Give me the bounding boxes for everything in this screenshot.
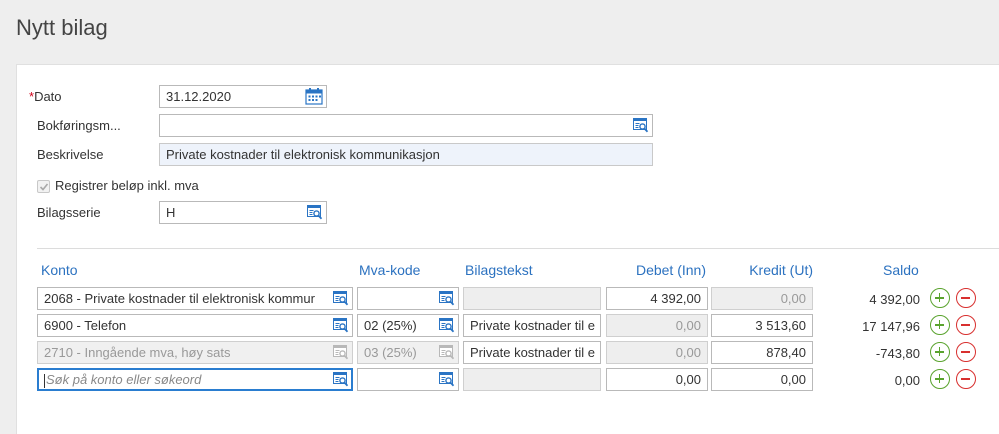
description-field[interactable]: Private kostnader til elektronisk kommun… bbox=[159, 143, 653, 166]
lookup-icon[interactable] bbox=[439, 318, 455, 333]
header-mva: Mva-kode bbox=[359, 262, 421, 278]
add-row-button[interactable] bbox=[930, 342, 950, 362]
lookup-icon[interactable] bbox=[307, 205, 323, 220]
account-field[interactable]: 6900 - Telefon bbox=[37, 314, 353, 337]
lookup-icon[interactable] bbox=[333, 372, 349, 387]
credit-field[interactable]: 0,00 bbox=[711, 287, 813, 310]
date-label: *Dato bbox=[29, 89, 62, 104]
incl-vat-label: Registrer beløp inkl. mva bbox=[55, 178, 199, 193]
series-field[interactable]: H bbox=[159, 201, 327, 224]
debit-field[interactable]: 4 392,00 bbox=[606, 287, 708, 310]
voucher-text-field[interactable]: Private kostnader til e bbox=[463, 314, 601, 337]
credit-field[interactable]: 3 513,60 bbox=[711, 314, 813, 337]
voucher-panel: *Dato 31.12.2020 Bokføringsm... Beskrive… bbox=[16, 64, 999, 434]
remove-row-button[interactable] bbox=[956, 315, 976, 335]
booking-label: Bokføringsm... bbox=[37, 118, 121, 133]
debit-field[interactable]: 0,00 bbox=[606, 314, 708, 337]
credit-field[interactable]: 878,40 bbox=[711, 341, 813, 364]
description-label: Beskrivelse bbox=[37, 147, 104, 162]
balance-value: -743,80 bbox=[875, 346, 920, 361]
account-field: 2710 - Inngående mva, høy sats bbox=[37, 341, 353, 364]
vat-code-field[interactable] bbox=[357, 368, 459, 391]
voucher-text-field[interactable]: Private kostnader til e bbox=[463, 341, 601, 364]
balance-value: 4 392,00 bbox=[869, 292, 920, 307]
credit-field[interactable]: 0,00 bbox=[711, 368, 813, 391]
balance-value: 17 147,96 bbox=[862, 319, 920, 334]
voucher-text-field[interactable] bbox=[463, 287, 601, 310]
add-row-button[interactable] bbox=[930, 288, 950, 308]
remove-row-button[interactable] bbox=[956, 288, 976, 308]
header-bilagstekst: Bilagstekst bbox=[465, 262, 533, 278]
remove-row-button[interactable] bbox=[956, 342, 976, 362]
remove-row-button[interactable] bbox=[956, 369, 976, 389]
lookup-icon[interactable] bbox=[439, 291, 455, 306]
add-row-button[interactable] bbox=[930, 369, 950, 389]
header-kredit: Kredit (Ut) bbox=[749, 262, 813, 278]
incl-vat-checkbox[interactable] bbox=[37, 180, 50, 193]
lookup-icon[interactable] bbox=[633, 118, 649, 133]
add-row-button[interactable] bbox=[930, 315, 950, 335]
debit-field[interactable]: 0,00 bbox=[606, 368, 708, 391]
vat-code-field[interactable] bbox=[357, 287, 459, 310]
calendar-icon[interactable] bbox=[305, 87, 323, 105]
vat-code-field[interactable]: 02 (25%) bbox=[357, 314, 459, 337]
header-konto: Konto bbox=[41, 262, 78, 278]
lookup-icon bbox=[333, 345, 349, 360]
date-field[interactable]: 31.12.2020 bbox=[159, 85, 327, 108]
balance-value: 0,00 bbox=[894, 373, 920, 388]
account-field[interactable]: 2068 - Private kostnader til elektronisk… bbox=[37, 287, 353, 310]
account-search-input[interactable]: Søk på konto eller søkeord bbox=[37, 368, 353, 391]
section-divider bbox=[37, 248, 999, 249]
lookup-icon[interactable] bbox=[333, 291, 349, 306]
header-saldo: Saldo bbox=[883, 262, 919, 278]
debit-field[interactable]: 0,00 bbox=[606, 341, 708, 364]
series-label: Bilagsserie bbox=[37, 205, 101, 220]
header-debet: Debet (Inn) bbox=[635, 262, 706, 278]
lookup-icon[interactable] bbox=[439, 372, 455, 387]
lookup-icon[interactable] bbox=[333, 318, 349, 333]
voucher-text-field[interactable] bbox=[463, 368, 601, 391]
booking-field[interactable] bbox=[159, 114, 653, 137]
lookup-icon bbox=[439, 345, 455, 360]
page-title: Nytt bilag bbox=[16, 15, 108, 40]
vat-code-field: 03 (25%) bbox=[357, 341, 459, 364]
